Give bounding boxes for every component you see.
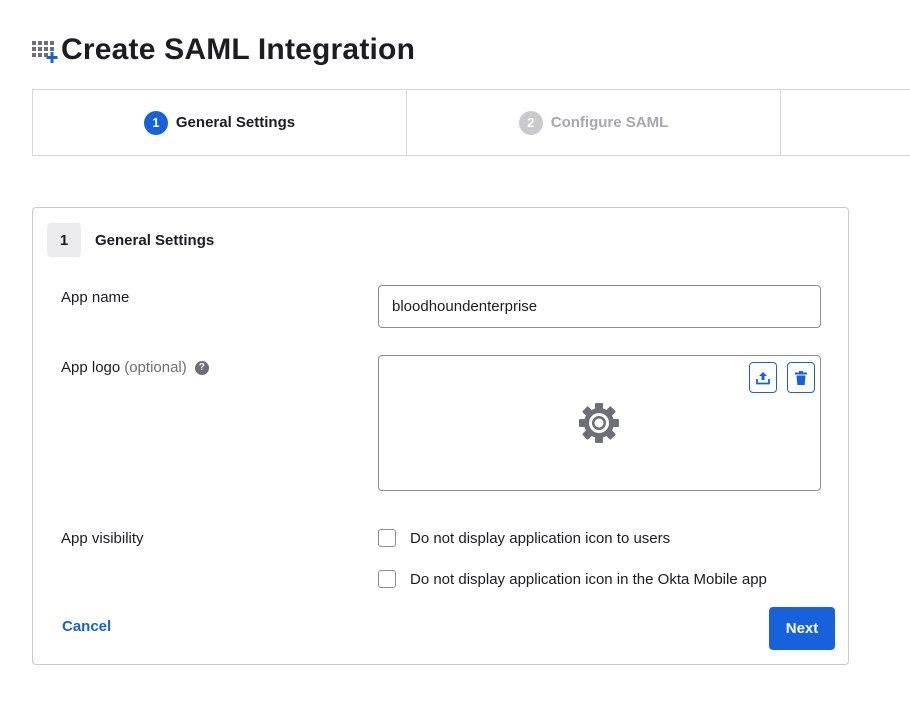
optional-hint: (optional) xyxy=(124,359,187,376)
hide-icon-users-label: Do not display application icon to users xyxy=(410,529,671,547)
app-logo-label: App logo (optional) ? xyxy=(61,359,209,376)
panel-title: General Settings xyxy=(95,231,215,249)
general-settings-panel: 1 General Settings App name App logo (op… xyxy=(32,207,849,665)
step-number: 2 xyxy=(518,110,543,135)
wizard-stepper: 1 General Settings 2 Configure SAML xyxy=(32,89,910,156)
hide-icon-users-checkbox[interactable] xyxy=(378,529,396,547)
trash-icon xyxy=(795,370,807,385)
gear-icon xyxy=(579,403,619,443)
question-circle-icon[interactable]: ? xyxy=(194,360,209,375)
next-button[interactable]: Next xyxy=(769,607,835,650)
step-label: Configure SAML xyxy=(550,114,669,131)
app-grid-add-icon xyxy=(31,36,59,64)
delete-logo-button[interactable] xyxy=(787,362,815,393)
step-number: 1 xyxy=(143,110,168,135)
page-header: Create SAML Integration xyxy=(31,33,415,67)
hide-icon-users-option[interactable]: Do not display application icon to users xyxy=(378,529,670,547)
app-logo-dropzone[interactable] xyxy=(378,355,821,491)
app-name-input[interactable] xyxy=(378,285,821,328)
step-configure-saml[interactable]: 2 Configure SAML xyxy=(407,90,781,155)
app-name-label: App name xyxy=(61,289,129,306)
step-feedback[interactable] xyxy=(781,90,910,155)
hide-icon-mobile-option[interactable]: Do not display application icon in the O… xyxy=(378,570,767,588)
panel-header: 1 General Settings xyxy=(47,223,214,257)
hide-icon-mobile-checkbox[interactable] xyxy=(378,570,396,588)
upload-icon xyxy=(756,371,770,384)
app-name-label-text: App name xyxy=(61,289,130,306)
step-general-settings[interactable]: 1 General Settings xyxy=(33,90,407,155)
hide-icon-mobile-label: Do not display application icon in the O… xyxy=(410,570,767,588)
upload-logo-button[interactable] xyxy=(749,362,777,393)
page-title: Create SAML Integration xyxy=(61,33,416,66)
app-visibility-label-text: App visibility xyxy=(61,530,144,547)
step-label: General Settings xyxy=(175,114,296,131)
app-logo-label-text: App logo xyxy=(61,359,121,376)
panel-step-number: 1 xyxy=(47,223,81,257)
app-visibility-label: App visibility xyxy=(61,530,144,547)
cancel-button[interactable]: Cancel xyxy=(62,618,111,635)
